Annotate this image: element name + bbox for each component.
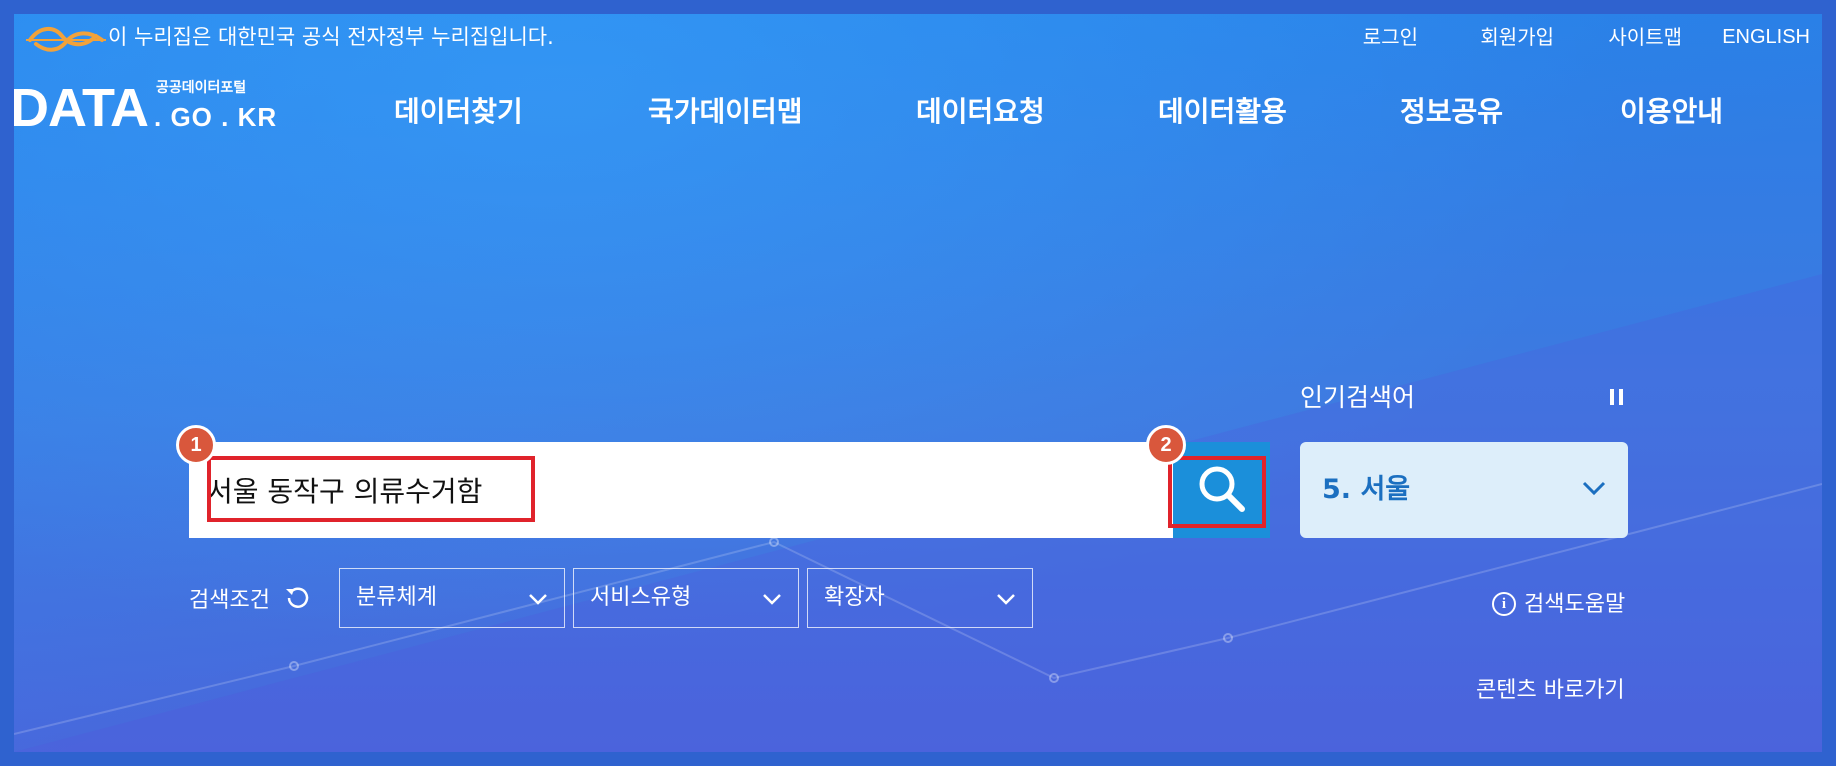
nav-item-national-data-map[interactable]: 국가데이터맵 — [648, 88, 803, 136]
search-icon — [1199, 466, 1245, 512]
filter-extension-select[interactable]: 확장자 — [807, 568, 1033, 628]
english-link[interactable]: ENGLISH — [1722, 20, 1810, 54]
filter-label: 분류체계 — [356, 585, 437, 610]
popular-search-label: 인기검색어 — [1300, 383, 1416, 412]
filter-label: 서비스유형 — [590, 585, 692, 610]
nav-item-guide[interactable]: 이용안내 — [1620, 88, 1723, 136]
search-help-label: 검색도움말 — [1524, 592, 1626, 617]
pause-icon[interactable] — [1610, 389, 1624, 405]
sitemap-link[interactable]: 사이트맵 — [1608, 20, 1682, 54]
filter-service-type-select[interactable]: 서비스유형 — [573, 568, 799, 628]
gov-notice: 이 누리집은 대한민국 공식 전자정부 누리집입니다. — [108, 25, 554, 49]
nav-item-data-request[interactable]: 데이터요청 — [916, 88, 1045, 136]
info-icon: i — [1492, 592, 1516, 616]
chevron-down-icon — [529, 594, 547, 605]
search-condition-label: 검색조건 — [189, 588, 270, 613]
nav-item-data-usage[interactable]: 데이터활용 — [1158, 88, 1287, 136]
popular-search-dropdown[interactable]: 5. 서울 — [1300, 442, 1628, 538]
signup-link[interactable]: 회원가입 — [1480, 20, 1554, 54]
nav-item-data-search[interactable]: 데이터찾기 — [394, 88, 523, 136]
main-nav: 데이터찾기 국가데이터맵 데이터요청 데이터활용 정보공유 이용안내 — [394, 88, 1814, 138]
login-link[interactable]: 로그인 — [1363, 20, 1418, 54]
nav-item-info-sharing[interactable]: 정보공유 — [1400, 88, 1503, 136]
popular-search-current: 5. 서울 — [1322, 474, 1411, 505]
logo-main-text: DATA — [10, 78, 149, 138]
step-badge-1: 1 — [176, 425, 216, 465]
search-box — [189, 442, 1269, 538]
logo-domain-text: . GO . KR — [154, 102, 278, 132]
chevron-down-icon — [997, 594, 1015, 605]
filter-label: 확장자 — [824, 585, 885, 610]
page-frame: 이 누리집은 대한민국 공식 전자정부 누리집입니다. 로그인 회원가입 사이트… — [0, 0, 1836, 766]
content-shortcut-link[interactable]: 콘텐츠 바로가기 — [1476, 672, 1625, 704]
search-input[interactable] — [207, 442, 1157, 538]
reset-icon[interactable] — [283, 584, 311, 612]
gov-eg-logo-icon — [26, 27, 106, 52]
utility-bar: 이 누리집은 대한민국 공식 전자정부 누리집입니다. 로그인 회원가입 사이트… — [14, 14, 1822, 64]
site-logo[interactable]: DATA 공공데이터포털 . GO . KR — [14, 74, 284, 144]
logo-sub-text: 공공데이터포털 — [156, 80, 247, 96]
chevron-down-icon — [1582, 481, 1606, 496]
filter-category-select[interactable]: 분류체계 — [339, 568, 565, 628]
step-badge-2: 2 — [1146, 425, 1186, 465]
search-button[interactable] — [1173, 442, 1270, 538]
chevron-down-icon — [763, 594, 781, 605]
